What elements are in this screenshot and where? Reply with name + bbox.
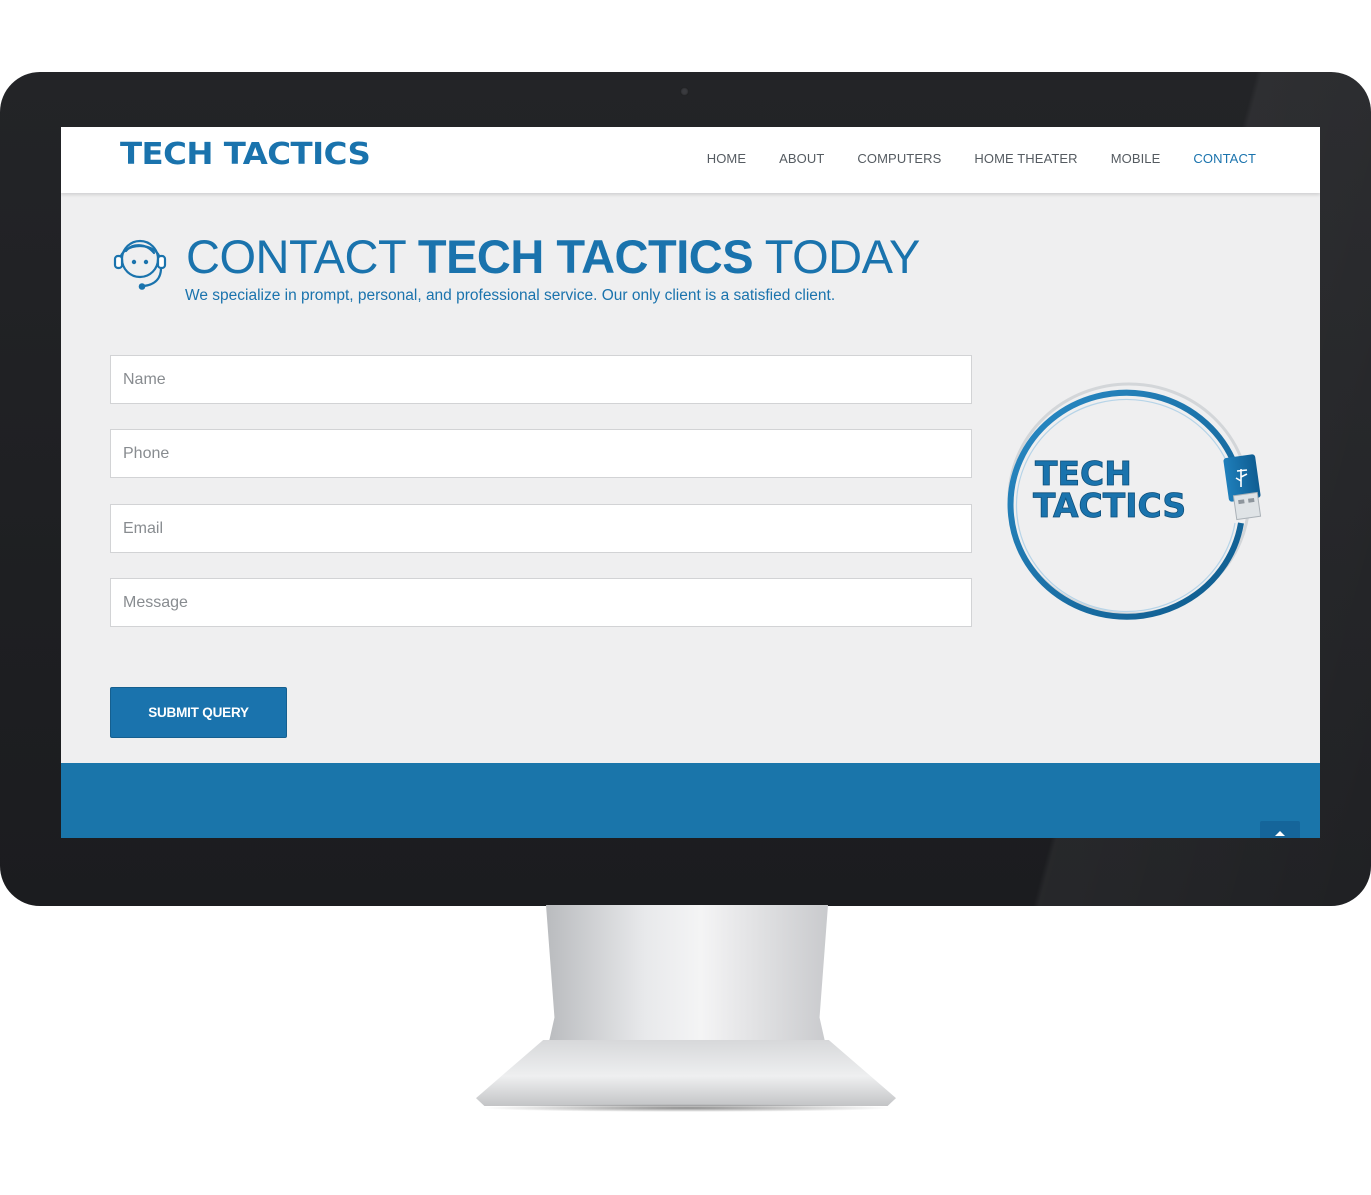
nav-home-theater[interactable]: HOME THEATER [974,151,1077,166]
page-tagline: We specialize in prompt, personal, and p… [185,287,836,304]
website-screen: TECH TACTICS HOME ABOUT COMPUTERS HOME T… [61,127,1320,838]
footer-band [61,763,1320,838]
nav-mobile[interactable]: MOBILE [1111,151,1161,166]
phone-field[interactable] [110,429,972,478]
submit-query-button[interactable]: SUBMIT QUERY [110,687,287,738]
nav-home[interactable]: HOME [707,151,746,166]
ring-logo-line2: TACTICS [1033,486,1186,525]
chevron-up-icon [1275,831,1285,836]
page-title: CONTACT TECH TACTICS TODAY [186,230,920,283]
brand-logo[interactable]: TECH TACTICS [120,137,371,172]
monitor-stand [546,905,828,1055]
camera-icon [680,87,689,96]
nav-about[interactable]: ABOUT [779,151,824,166]
nav-contact[interactable]: CONTACT [1193,151,1256,166]
email-field[interactable] [110,504,972,553]
back-to-top-button[interactable] [1260,821,1300,838]
message-field[interactable] [110,578,972,627]
site-header: TECH TACTICS HOME ABOUT COMPUTERS HOME T… [61,127,1320,193]
name-field[interactable] [110,355,972,404]
headset-support-icon [113,239,167,290]
nav-computers[interactable]: COMPUTERS [857,151,941,166]
monitor-stand-base [476,1040,896,1106]
main-nav: HOME ABOUT COMPUTERS HOME THEATER MOBILE… [707,151,1256,166]
tech-tactics-ring-logo: TECH TACTICS [1007,382,1262,620]
